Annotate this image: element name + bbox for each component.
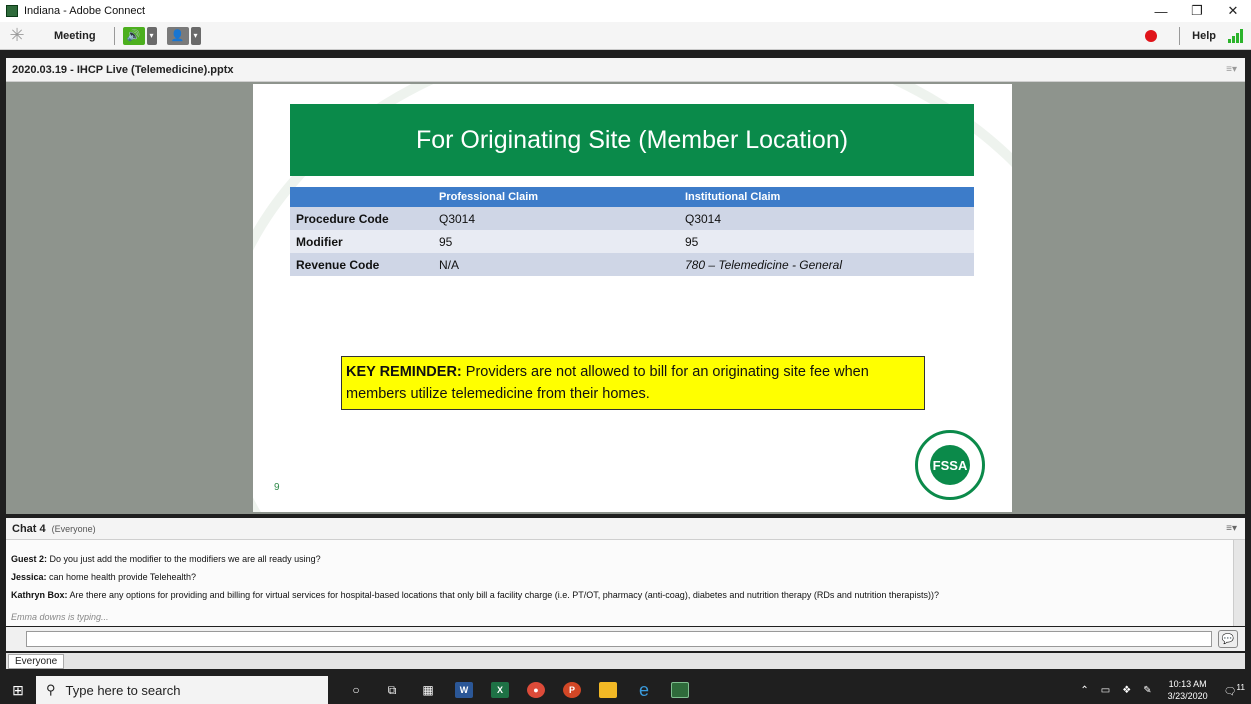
share-pod-header: 2020.03.19 - IHCP Live (Telemedicine).pp… [6, 58, 1245, 82]
recording-indicator-icon[interactable] [1145, 29, 1158, 42]
show-hidden-icons-icon[interactable]: ⌃ [1080, 685, 1088, 696]
chat-message: Kathryn Box: Are there any options for p… [11, 586, 1233, 604]
table-cell: N/A [433, 253, 679, 276]
close-button[interactable]: ✕ [1215, 0, 1251, 22]
pod-options-icon[interactable]: ≡▾ [1226, 64, 1237, 75]
meeting-menubar: ✳ Meeting 🔊 ▾ 👤 ▾ Help [0, 22, 1251, 50]
reminder-lead: KEY REMINDER: [346, 364, 462, 380]
share-pod-title: 2020.03.19 - IHCP Live (Telemedicine).pp… [12, 63, 234, 76]
task-view-icon[interactable]: ⧉ [374, 676, 410, 704]
cortana-icon[interactable]: ○ [338, 676, 374, 704]
presenter-icon[interactable]: 👤 [166, 26, 189, 45]
table-cell: 780 – Telemedicine - General [679, 253, 974, 276]
slide-page-number: 9 [274, 482, 280, 493]
presenter-control[interactable]: 👤 ▾ [166, 26, 201, 45]
connection-signal-icon [1228, 28, 1243, 43]
table-header-row: Professional Claim Institutional Claim [290, 187, 974, 207]
system-tray: ⌃ ▭ ❖ ✎ 10:13 AM 3/23/2020 🗨11 [1074, 678, 1251, 702]
row-label: Revenue Code [290, 253, 433, 276]
message-text: can home health provide Telehealth? [46, 572, 196, 582]
chat-messages-area: Guest 2: Do you just add the modifier to… [6, 540, 1245, 626]
window-titlebar: Indiana - Adobe Connect — ❐ ✕ [0, 0, 1251, 22]
word-icon[interactable]: W [446, 676, 482, 704]
taskbar-clock[interactable]: 10:13 AM 3/23/2020 [1168, 678, 1208, 702]
share-pod-stage: For Originating Site (Member Location) P… [6, 82, 1245, 514]
menu-separator [113, 26, 115, 45]
typing-indicator: Emma downs is typing... [11, 612, 109, 622]
edge-icon[interactable]: e [626, 676, 662, 704]
chat-audience: (Everyone) [51, 523, 96, 534]
table-header: Institutional Claim [679, 187, 974, 207]
powerpoint-icon[interactable]: P [554, 676, 590, 704]
maximize-button[interactable]: ❐ [1179, 0, 1215, 22]
chat-input[interactable] [26, 631, 1212, 647]
search-placeholder: Type here to search [65, 682, 181, 698]
search-icon: ⚲ [46, 682, 56, 697]
clock-time: 10:13 AM [1168, 679, 1207, 689]
speaker-dropdown-icon[interactable]: ▾ [146, 26, 157, 45]
windows-start-icon[interactable]: ⊞ [0, 676, 36, 704]
action-center-icon[interactable]: 🗨11 [1224, 682, 1245, 697]
chat-message: Guest 2: Do you just add the modifier to… [11, 550, 1233, 568]
seal-text: FSSA [930, 445, 970, 485]
message-sender: Kathryn Box: [11, 590, 68, 600]
table-cell: Q3014 [433, 207, 679, 230]
message-sender: Guest 2: [11, 554, 48, 564]
taskbar-search[interactable]: ⚲ Type here to search [36, 676, 328, 704]
table-header: Professional Claim [433, 187, 679, 207]
speaker-icon[interactable]: 🔊 [122, 26, 145, 45]
chat-options-icon[interactable]: ≡▾ [1226, 523, 1237, 534]
chat-pod-header: Chat 4 (Everyone) ≡▾ [6, 518, 1245, 540]
table-row: Revenue Code N/A 780 – Telemedicine - Ge… [290, 253, 974, 276]
table-cell: 95 [679, 230, 974, 253]
adobe-connect-logo-icon: ✳ [9, 25, 25, 45]
table-cell: 95 [433, 230, 679, 253]
table-row: Procedure Code Q3014 Q3014 [290, 207, 974, 230]
chat-scrollbar[interactable] [1233, 540, 1245, 626]
notification-count: 11 [1236, 682, 1245, 693]
chat-input-row: 💬 [6, 627, 1245, 651]
chat-tabs: Everyone [6, 653, 1245, 669]
dropbox-icon[interactable]: ❖ [1122, 685, 1131, 696]
meeting-menu[interactable]: Meeting [54, 30, 96, 42]
message-text: Do you just add the modifier to the modi… [47, 554, 321, 564]
message-sender: Jessica: [11, 572, 47, 582]
presentation-slide: For Originating Site (Member Location) P… [253, 84, 1012, 512]
help-menu[interactable]: Help [1192, 30, 1216, 42]
pen-icon[interactable]: ✎ [1143, 685, 1151, 696]
key-reminder-box: KEY REMINDER: Providers are not allowed … [341, 356, 925, 410]
table-header [290, 187, 433, 207]
minimize-button[interactable]: — [1143, 0, 1179, 22]
chat-message: Jessica: can home health provide Telehea… [11, 568, 1233, 586]
menu-separator [1179, 26, 1181, 45]
row-label: Modifier [290, 230, 433, 253]
speaker-control[interactable]: 🔊 ▾ [122, 26, 157, 45]
chat-title: Chat 4 [12, 522, 46, 535]
table-row: Modifier 95 95 [290, 230, 974, 253]
slide-title: For Originating Site (Member Location) [290, 104, 974, 176]
message-text: Are there any options for providing and … [67, 590, 939, 600]
file-explorer-icon[interactable] [590, 676, 626, 704]
tab-everyone[interactable]: Everyone [8, 654, 65, 669]
fssa-seal-logo: FSSA [915, 430, 985, 500]
claims-table: Professional Claim Institutional Claim P… [290, 187, 974, 276]
window-title: Indiana - Adobe Connect [24, 5, 146, 17]
windows-taskbar: ⊞ ⚲ Type here to search ○ ⧉ ▦ W X ● P e … [0, 676, 1251, 704]
adobe-connect-taskbar-icon[interactable] [662, 676, 698, 704]
table-cell: Q3014 [679, 207, 974, 230]
row-label: Procedure Code [290, 207, 433, 230]
chat-message-list: Guest 2: Do you just add the modifier to… [6, 550, 1233, 604]
send-message-button[interactable]: 💬 [1218, 630, 1238, 648]
battery-icon[interactable]: ▭ [1101, 685, 1110, 696]
calculator-icon[interactable]: ▦ [410, 676, 446, 704]
adobe-connect-app-icon [6, 5, 18, 17]
presenter-dropdown-icon[interactable]: ▾ [190, 26, 201, 45]
chrome-icon[interactable]: ● [518, 676, 554, 704]
clock-date: 3/23/2020 [1167, 691, 1208, 701]
excel-icon[interactable]: X [482, 676, 518, 704]
taskbar-apps: ○ ⧉ ▦ W X ● P e [338, 676, 698, 704]
